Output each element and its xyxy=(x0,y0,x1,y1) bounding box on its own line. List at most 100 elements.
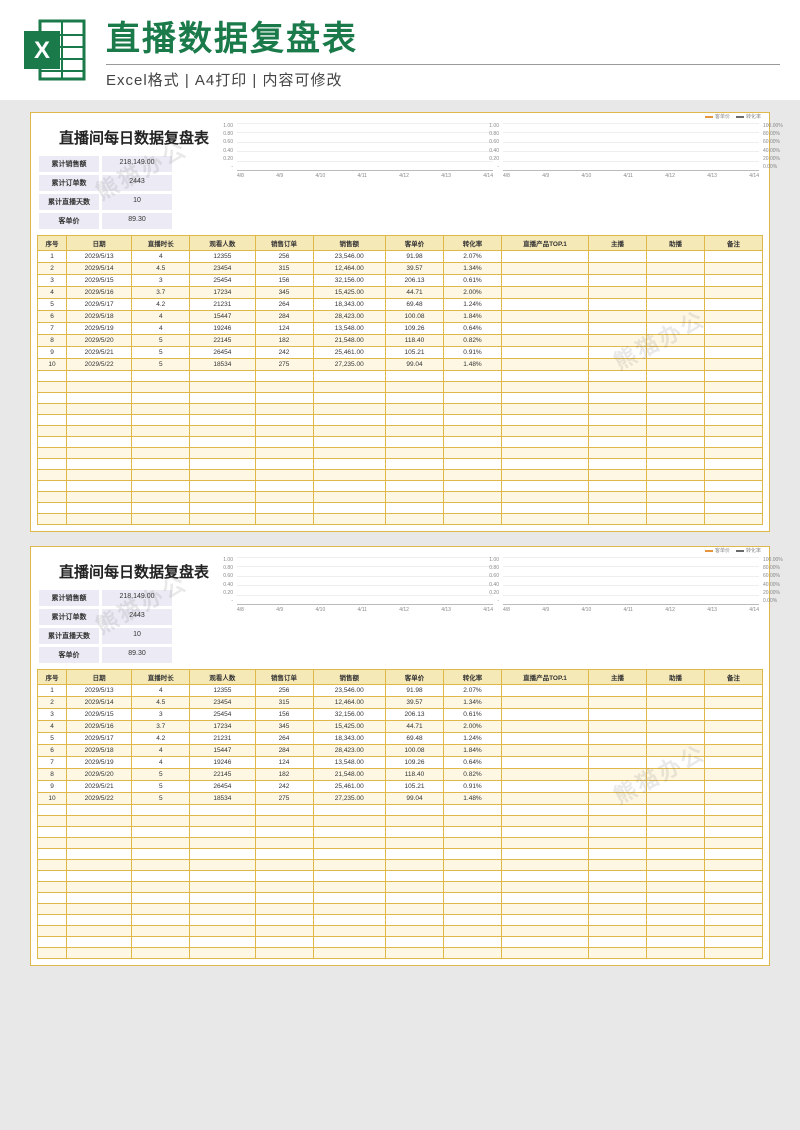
cell: 264 xyxy=(255,733,313,745)
cell xyxy=(255,915,313,926)
y-tick: 0.40 xyxy=(481,148,499,154)
table-row: 32029/5/1532545415632,156.00206.130.61% xyxy=(38,709,763,721)
cell xyxy=(132,860,190,871)
chart-right-plot: 1.00 0.80 0.60 0.40 0.20 - 100.00% 80.00… xyxy=(503,557,759,605)
cell xyxy=(132,882,190,893)
cell xyxy=(647,335,705,347)
cell xyxy=(502,503,589,514)
cell xyxy=(502,371,589,382)
cell: 28,423.00 xyxy=(313,745,386,757)
cell xyxy=(190,459,255,470)
chart-right: 客单价 转化率 1.00 0.80 0.60 xyxy=(501,557,761,617)
cell: 15,425.00 xyxy=(313,721,386,733)
cell xyxy=(502,805,589,816)
cell xyxy=(705,335,763,347)
table-row: 72029/5/1941924612413,548.00109.260.64% xyxy=(38,323,763,335)
cell xyxy=(502,459,589,470)
cell xyxy=(502,393,589,404)
y-tick: - xyxy=(481,164,499,170)
y-tick: 20.00% xyxy=(763,156,791,162)
cell xyxy=(647,733,705,745)
cell: 118.40 xyxy=(386,769,444,781)
cell xyxy=(705,481,763,492)
y-tick: 40.00% xyxy=(763,148,791,154)
table-row: 12029/5/1341235525623,546.0091.982.07% xyxy=(38,685,763,697)
cell xyxy=(67,827,132,838)
cell xyxy=(589,263,647,275)
cell: 0.61% xyxy=(444,709,502,721)
column-header: 观看人数 xyxy=(190,670,255,685)
cell: 2029/5/15 xyxy=(67,709,132,721)
cell xyxy=(589,697,647,709)
cell xyxy=(502,492,589,503)
cell xyxy=(647,849,705,860)
cell xyxy=(502,926,589,937)
cell xyxy=(705,697,763,709)
table-head: 序号日期直播时长观看人数销售订单销售额客单价转化率直播产品TOP.1主播助播备注 xyxy=(38,236,763,251)
cell xyxy=(502,721,589,733)
y-tick: 0.80 xyxy=(215,565,233,571)
y-tick: 0.20 xyxy=(481,156,499,162)
cell xyxy=(502,514,589,525)
cell xyxy=(444,393,502,404)
cell xyxy=(444,948,502,959)
cell: 23,546.00 xyxy=(313,685,386,697)
x-tick: 4/11 xyxy=(358,607,367,613)
cell: 6 xyxy=(38,745,67,757)
cell: 2029/5/21 xyxy=(67,781,132,793)
cell: 1.24% xyxy=(444,733,502,745)
chart-left: 1.00 0.80 0.60 0.40 0.20 - 4/8 4/9 4/10 … xyxy=(235,123,495,183)
cell xyxy=(313,838,386,849)
cell: 3 xyxy=(38,709,67,721)
legend-label: 转化率 xyxy=(746,113,761,120)
cell xyxy=(705,275,763,287)
cell xyxy=(386,404,444,415)
cell xyxy=(502,882,589,893)
cell: 13,548.00 xyxy=(313,323,386,335)
cell xyxy=(132,514,190,525)
cell xyxy=(386,459,444,470)
cell: 17234 xyxy=(190,721,255,733)
cell xyxy=(705,251,763,263)
cell xyxy=(386,838,444,849)
cell xyxy=(313,404,386,415)
cell xyxy=(589,481,647,492)
chart-right-x: 4/8 4/9 4/10 4/11 4/12 4/13 4/14 xyxy=(503,173,759,179)
table-row: 92029/5/2152645424225,461.00105.210.91% xyxy=(38,347,763,359)
cell xyxy=(705,805,763,816)
cell xyxy=(38,838,67,849)
cell xyxy=(502,426,589,437)
table-row xyxy=(38,514,763,525)
column-header: 直播产品TOP.1 xyxy=(502,670,589,685)
cell xyxy=(190,481,255,492)
label-unit-price: 客单价 xyxy=(39,647,99,663)
cell xyxy=(589,745,647,757)
cell xyxy=(255,481,313,492)
cell xyxy=(589,721,647,733)
cell xyxy=(190,816,255,827)
cell xyxy=(386,371,444,382)
cell xyxy=(190,915,255,926)
cell xyxy=(705,371,763,382)
legend-swatch-icon xyxy=(736,116,744,118)
cell xyxy=(647,492,705,503)
cell xyxy=(313,816,386,827)
x-tick: 4/14 xyxy=(749,173,759,179)
cell xyxy=(647,827,705,838)
cell xyxy=(502,915,589,926)
header-left: 直播间每日数据复盘表 累计销售额 218,149.00 累计订单数 2443 累… xyxy=(39,123,229,229)
cell xyxy=(705,733,763,745)
sheet-title: 直播间每日数据复盘表 xyxy=(39,127,229,148)
label-total-days: 累计直播天数 xyxy=(39,194,99,210)
cell: 4.5 xyxy=(132,697,190,709)
cell xyxy=(38,404,67,415)
cell xyxy=(132,404,190,415)
cell xyxy=(502,382,589,393)
cell xyxy=(647,470,705,481)
value-total-orders: 2443 xyxy=(102,175,172,191)
label-total-orders: 累计订单数 xyxy=(39,609,99,625)
cell xyxy=(132,437,190,448)
cell: 39.57 xyxy=(386,263,444,275)
cell xyxy=(67,437,132,448)
cell xyxy=(67,492,132,503)
